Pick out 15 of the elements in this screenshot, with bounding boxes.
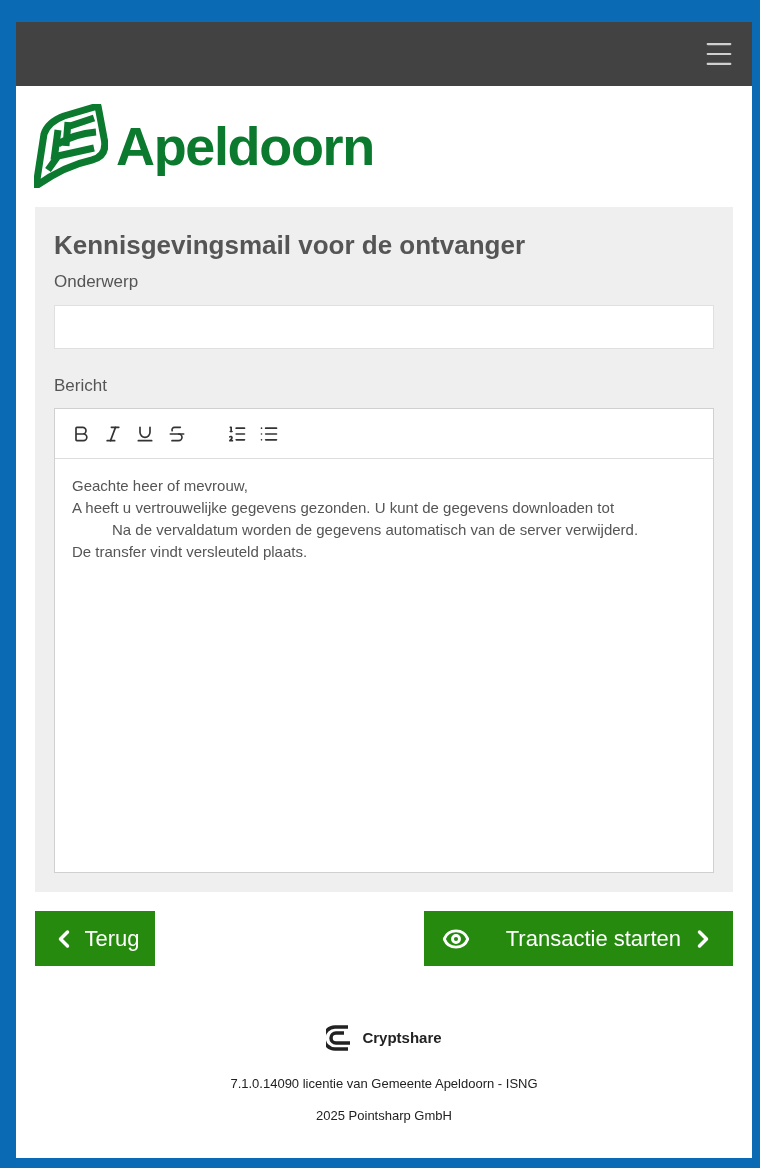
- license-text: 7.1.0.14090 licentie van Gemeente Apeldoorn - ISNG: [230, 1075, 538, 1093]
- brand-name: Cryptshare: [362, 1027, 442, 1048]
- message-label: Bericht: [54, 374, 108, 397]
- message-line: Geachte heer of mevrouw,: [72, 476, 249, 496]
- start-transaction-button[interactable]: Transactie starten: [424, 911, 733, 966]
- subject-label: Onderwerp: [54, 271, 140, 293]
- message-line: Na de vervaldatum worden de gegevens automatisch van de server verwijderd.: [111, 520, 640, 540]
- form-title: Kennisgevingsmail voor de ontvanger: [54, 229, 526, 261]
- message-line: A heeft u vertrouwelijke gegevens gezonden. U kunt de gegevens downloaden tot: [72, 498, 616, 518]
- leaf-logo-icon: [34, 104, 108, 188]
- back-button[interactable]: Terug: [35, 911, 155, 966]
- copyright-text: 2025 Pointsharp GmbH: [316, 1106, 452, 1125]
- italic-icon[interactable]: [103, 423, 123, 444]
- message-line: De transfer vindt versleuteld plaats.: [72, 542, 309, 562]
- subject-input[interactable]: [54, 304, 714, 349]
